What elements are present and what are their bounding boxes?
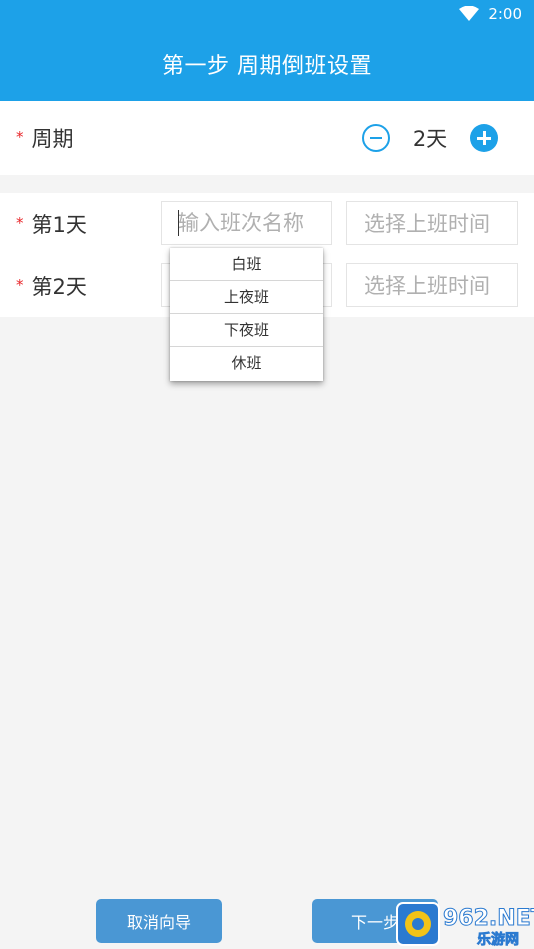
cycle-value: 2天 <box>412 127 448 151</box>
shift-suggestion-dropdown: 白班 上夜班 下夜班 休班 <box>170 248 323 381</box>
status-bar: 2:00 <box>0 0 534 27</box>
dropdown-option[interactable]: 休班 <box>170 347 323 380</box>
dropdown-option[interactable]: 下夜班 <box>170 314 323 347</box>
cycle-row: * 周期 2天 <box>0 101 534 175</box>
day-1-label: 第1天 <box>31 213 87 237</box>
minus-circle-icon[interactable] <box>362 124 390 152</box>
plus-circle-icon[interactable] <box>470 124 498 152</box>
app-screen: 2:00 第一步 周期倒班设置 * 周期 2天 * 第1天 选择上班时间 * 第… <box>0 0 534 949</box>
next-step-label: 下一步 <box>350 913 399 932</box>
required-mark: * <box>16 214 24 232</box>
day-row-1: * 第1天 选择上班时间 <box>0 193 534 255</box>
day-2-label: 第2天 <box>31 275 87 299</box>
text-cursor <box>178 210 179 236</box>
page-title: 第一步 周期倒班设置 <box>0 27 534 101</box>
day-1-time-select[interactable]: 选择上班时间 <box>346 201 518 245</box>
cycle-label: 周期 <box>31 127 74 151</box>
dropdown-option[interactable]: 白班 <box>170 248 323 281</box>
required-mark: * <box>16 128 24 146</box>
dropdown-option[interactable]: 上夜班 <box>170 281 323 314</box>
cycle-stepper: 2天 <box>362 101 498 175</box>
required-mark: * <box>16 276 24 294</box>
cancel-wizard-button[interactable]: 取消向导 <box>96 899 222 943</box>
status-time: 2:00 <box>488 4 522 23</box>
site-watermark-logo: 962.NET 乐游网 <box>396 902 534 948</box>
svg-text:乐游网: 乐游网 <box>477 931 519 948</box>
wifi-icon <box>459 5 480 21</box>
day-1-shift-input[interactable] <box>161 201 332 245</box>
svg-text:962.NET: 962.NET <box>443 906 534 931</box>
day-2-time-select[interactable]: 选择上班时间 <box>346 263 518 307</box>
